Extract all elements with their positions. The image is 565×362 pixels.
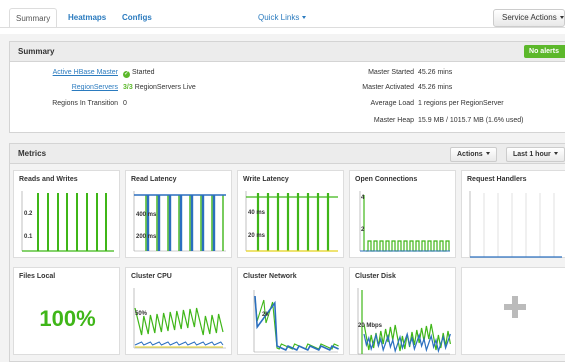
transition-value: 0 — [123, 100, 127, 107]
widget-reads-writes[interactable]: Reads and Writes 0.2 0.1 — [13, 170, 120, 258]
y-tick: 200 ms — [136, 234, 157, 240]
y-tick: 20 Mbps — [358, 323, 383, 329]
series-line — [366, 240, 450, 252]
tab-heatmaps[interactable]: Heatmaps — [62, 8, 112, 28]
series-line — [134, 307, 224, 336]
series-line — [134, 341, 224, 346]
cluster-network-chart — [253, 290, 339, 353]
master-status: ✓ Started — [121, 69, 155, 78]
y-tick: 4 — [361, 195, 365, 201]
request-handlers-chart — [469, 191, 562, 258]
top-nav: Summary Heatmaps Configs Quick Links Ser… — [0, 0, 565, 34]
alerts-badge[interactable]: No alerts — [524, 45, 565, 58]
widget-cluster-cpu[interactable]: Cluster CPU 50% — [125, 267, 232, 355]
active-master-link[interactable]: Active HBase Master — [53, 69, 118, 76]
master-activated-label: Master Activated — [362, 84, 414, 91]
series-line — [254, 295, 339, 352]
open-connections-chart — [359, 191, 450, 252]
master-link[interactable]: Active HBase Master — [10, 69, 118, 76]
master-activated-value: 45.26 mins — [418, 84, 453, 91]
regionservers-count: 3/3 — [123, 84, 133, 91]
average-load-label: Average Load — [370, 100, 414, 107]
y-tick: 0.2 — [24, 211, 33, 217]
time-range-label: Last 1 hour — [513, 151, 551, 158]
y-tick: 2k — [262, 312, 269, 318]
widget-open-connections[interactable]: Open Connections 4 2 — [349, 170, 456, 258]
master-status-text: Started — [132, 69, 155, 76]
transition-label: Regions In Transition — [52, 100, 118, 107]
time-range-button[interactable]: Last 1 hour — [506, 147, 565, 162]
chevron-down-icon — [559, 16, 564, 19]
files-local-value: 100% — [39, 306, 96, 331]
service-actions-label: Service Actions — [502, 13, 557, 22]
tab-divider — [0, 27, 565, 28]
y-tick: 400 ms — [136, 212, 157, 218]
master-started-value: 45.26 mins — [418, 69, 453, 76]
quick-links-label: Quick Links — [258, 13, 300, 22]
chevron-down-icon — [302, 16, 307, 19]
y-tick: 0.1 — [24, 234, 33, 240]
y-tick: 40 ms — [248, 210, 266, 216]
metrics-actions-button[interactable]: Actions — [450, 147, 497, 162]
summary-panel: Summary No alerts Active HBase Master ✓ S… — [9, 41, 565, 133]
widget-read-latency[interactable]: Read Latency 400 ms 200 ms — [125, 170, 232, 258]
master-heap-label: Master Heap — [373, 117, 414, 124]
widget-files-local[interactable]: Files Local 100% — [13, 267, 120, 355]
regionservers-link[interactable]: RegionServers — [72, 84, 118, 91]
summary-header: Summary No alerts — [10, 42, 565, 62]
service-actions-button[interactable]: Service Actions — [493, 9, 565, 27]
y-tick: 50% — [135, 311, 148, 317]
widget-write-latency[interactable]: Write Latency 40 ms 20 ms — [237, 170, 344, 258]
master-heap-value: 15.9 MB / 1015.7 MB (1.6% used) — [418, 117, 524, 124]
plus-icon — [504, 296, 526, 318]
widget-request-handlers[interactable]: Request Handlers — [461, 170, 565, 258]
y-tick: 2 — [361, 227, 365, 233]
regionservers-row: RegionServers — [10, 84, 118, 91]
chevron-down-icon — [553, 152, 558, 155]
widget-title: Files Local — [19, 273, 56, 280]
chevron-down-icon — [485, 152, 490, 155]
metrics-header: Metrics Actions Last 1 hour — [10, 144, 565, 164]
cluster-disk-chart — [357, 288, 451, 355]
add-widget-tile[interactable] — [461, 267, 565, 355]
widget-cluster-network[interactable]: Cluster Network 2k — [237, 267, 344, 355]
quick-links-dropdown[interactable]: Quick Links — [258, 13, 307, 22]
check-icon: ✓ — [123, 71, 130, 78]
series-line — [254, 297, 339, 350]
widget-cluster-disk[interactable]: Cluster Disk 20 Mbps — [349, 267, 456, 355]
average-load-value: 1 regions per RegionServer — [418, 100, 504, 107]
y-tick: 20 ms — [248, 233, 266, 239]
summary-title: Summary — [18, 47, 55, 56]
metrics-title: Metrics — [18, 149, 47, 158]
regionservers-status: 3/3 RegionServers Live — [123, 84, 196, 91]
master-started-label: Master Started — [368, 69, 414, 76]
tab-configs[interactable]: Configs — [116, 8, 158, 28]
regionservers-text: RegionServers Live — [134, 84, 196, 91]
actions-label: Actions — [457, 151, 483, 158]
tab-summary[interactable]: Summary — [9, 8, 58, 28]
